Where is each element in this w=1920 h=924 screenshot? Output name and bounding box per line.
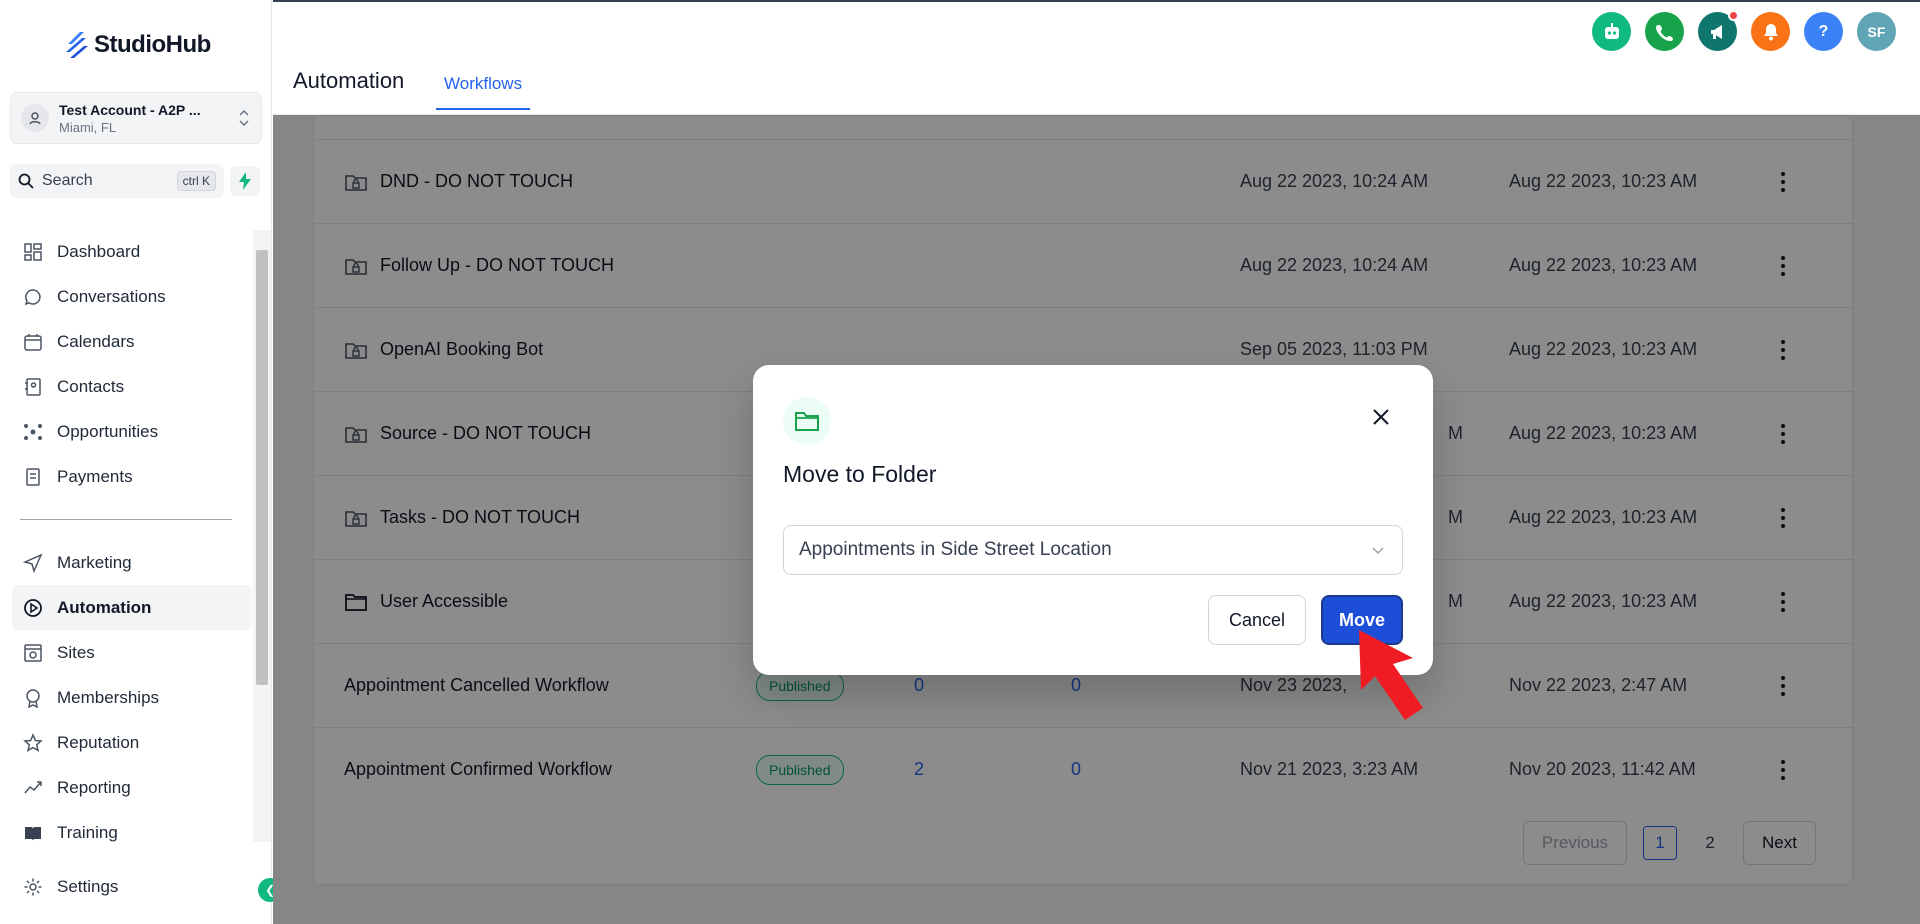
reporting-icon — [22, 777, 44, 799]
chevron-down-icon — [1372, 547, 1384, 555]
sidebar-item-automation[interactable]: Automation — [12, 585, 252, 630]
move-to-folder-dialog: Move to Folder Appointments in Side Stre… — [753, 365, 1433, 675]
sidebar-item-label: Opportunities — [57, 421, 159, 441]
sidebar-item-label: Automation — [57, 597, 152, 617]
chat-icon — [22, 286, 44, 308]
sidebar-divider — [20, 519, 232, 520]
sidebar-nav-secondary: Marketing Automation Sites Memberships R… — [12, 540, 252, 855]
brand-name: StudioHub — [94, 31, 211, 58]
sidebar-item-calendars[interactable]: Calendars — [12, 319, 252, 364]
sidebar-item-reputation[interactable]: Reputation — [12, 720, 252, 765]
pointer-arrow-icon — [1359, 630, 1423, 720]
search-button[interactable]: Search ctrl K — [10, 164, 224, 198]
page-title: Automation — [293, 68, 405, 93]
quick-actions-button[interactable] — [230, 166, 260, 196]
sidebar-scrollbar-thumb[interactable] — [256, 250, 268, 685]
dashboard-icon — [22, 241, 44, 263]
selected-folder: Appointments in Side Street Location — [799, 539, 1112, 560]
notification-dot — [1728, 10, 1739, 21]
avatar-initials: SF — [1867, 23, 1886, 40]
sidebar-item-label: Calendars — [57, 331, 135, 351]
sidebar-item-label: Contacts — [57, 376, 125, 396]
sidebar-item-label: Marketing — [57, 552, 132, 572]
sidebar: StudioHub Test Account - A2P ... Miami, … — [0, 0, 282, 924]
user-avatar[interactable]: SF — [1857, 12, 1896, 51]
sidebar-item-opportunities[interactable]: Opportunities — [12, 409, 252, 454]
sidebar-settings-group: Settings — [12, 864, 252, 909]
phone-icon — [1655, 24, 1673, 41]
book-icon — [22, 822, 44, 844]
sidebar-item-sites[interactable]: Sites — [12, 630, 252, 675]
folder-icon — [783, 397, 831, 445]
help-icon: ? — [1818, 22, 1829, 40]
sidebar-item-reporting[interactable]: Reporting — [12, 765, 252, 810]
folder-select[interactable]: Appointments in Side Street Location — [783, 525, 1403, 575]
top-header: Automation Workflows ? SF — [273, 0, 1920, 115]
sidebar-item-label: Conversations — [57, 286, 166, 306]
close-icon[interactable] — [1367, 403, 1395, 431]
sidebar-item-training[interactable]: Training — [12, 810, 252, 855]
logo-mark-icon — [66, 32, 88, 58]
sidebar-item-label: Payments — [57, 466, 133, 486]
sidebar-item-label: Settings — [57, 876, 119, 896]
sidebar-item-marketing[interactable]: Marketing — [12, 540, 252, 585]
search-shortcut: ctrl K — [176, 171, 216, 191]
automation-icon — [22, 597, 44, 619]
dialog-title: Move to Folder — [783, 461, 937, 487]
help-button[interactable]: ? — [1804, 12, 1843, 51]
sidebar-item-label: Dashboard — [57, 241, 141, 261]
notifications-button[interactable] — [1751, 12, 1790, 51]
opportunities-icon — [22, 421, 44, 443]
header-actions: ? SF — [1592, 10, 1896, 51]
contacts-icon — [22, 376, 44, 398]
search-label: Search — [42, 172, 93, 189]
gear-icon — [22, 876, 44, 898]
payments-icon — [22, 466, 44, 488]
bell-icon — [1763, 23, 1778, 40]
announcements-button[interactable] — [1698, 10, 1739, 51]
account-location: Miami, FL — [59, 119, 117, 135]
tab-workflows[interactable]: Workflows — [436, 74, 531, 110]
send-icon — [22, 552, 44, 574]
sidebar-item-label: Training — [57, 822, 118, 842]
sidebar-item-payments[interactable]: Payments — [12, 454, 252, 499]
sites-icon — [22, 642, 44, 664]
sidebar-item-label: Reporting — [57, 777, 131, 797]
account-name: Test Account - A2P ... — [59, 101, 201, 118]
ai-assistant-button[interactable] — [1592, 12, 1631, 51]
calendar-icon — [22, 331, 44, 353]
chevron-updown-icon — [239, 109, 249, 127]
star-icon — [22, 732, 44, 754]
brand-logo[interactable]: StudioHub — [64, 30, 211, 60]
cancel-button[interactable]: Cancel — [1208, 595, 1306, 645]
sidebar-item-label: Memberships — [57, 687, 160, 707]
megaphone-icon — [1710, 24, 1722, 39]
sidebar-item-dashboard[interactable]: Dashboard — [12, 229, 252, 274]
sidebar-item-contacts[interactable]: Contacts — [12, 364, 252, 409]
sidebar-item-label: Sites — [57, 642, 95, 662]
sidebar-item-conversations[interactable]: Conversations — [12, 274, 252, 319]
sidebar-item-settings[interactable]: Settings — [12, 864, 252, 909]
sidebar-item-memberships[interactable]: Memberships — [12, 675, 252, 720]
search-icon — [18, 173, 34, 189]
bolt-icon — [239, 172, 251, 190]
account-switcher[interactable]: Test Account - A2P ... Miami, FL — [10, 92, 262, 144]
location-icon — [21, 104, 49, 132]
sidebar-nav-primary: Dashboard Conversations Calendars Contac… — [12, 229, 252, 499]
sidebar-item-label: Reputation — [57, 732, 140, 752]
memberships-icon — [22, 687, 44, 709]
robot-icon — [1604, 22, 1619, 39]
phone-button[interactable] — [1645, 12, 1684, 51]
